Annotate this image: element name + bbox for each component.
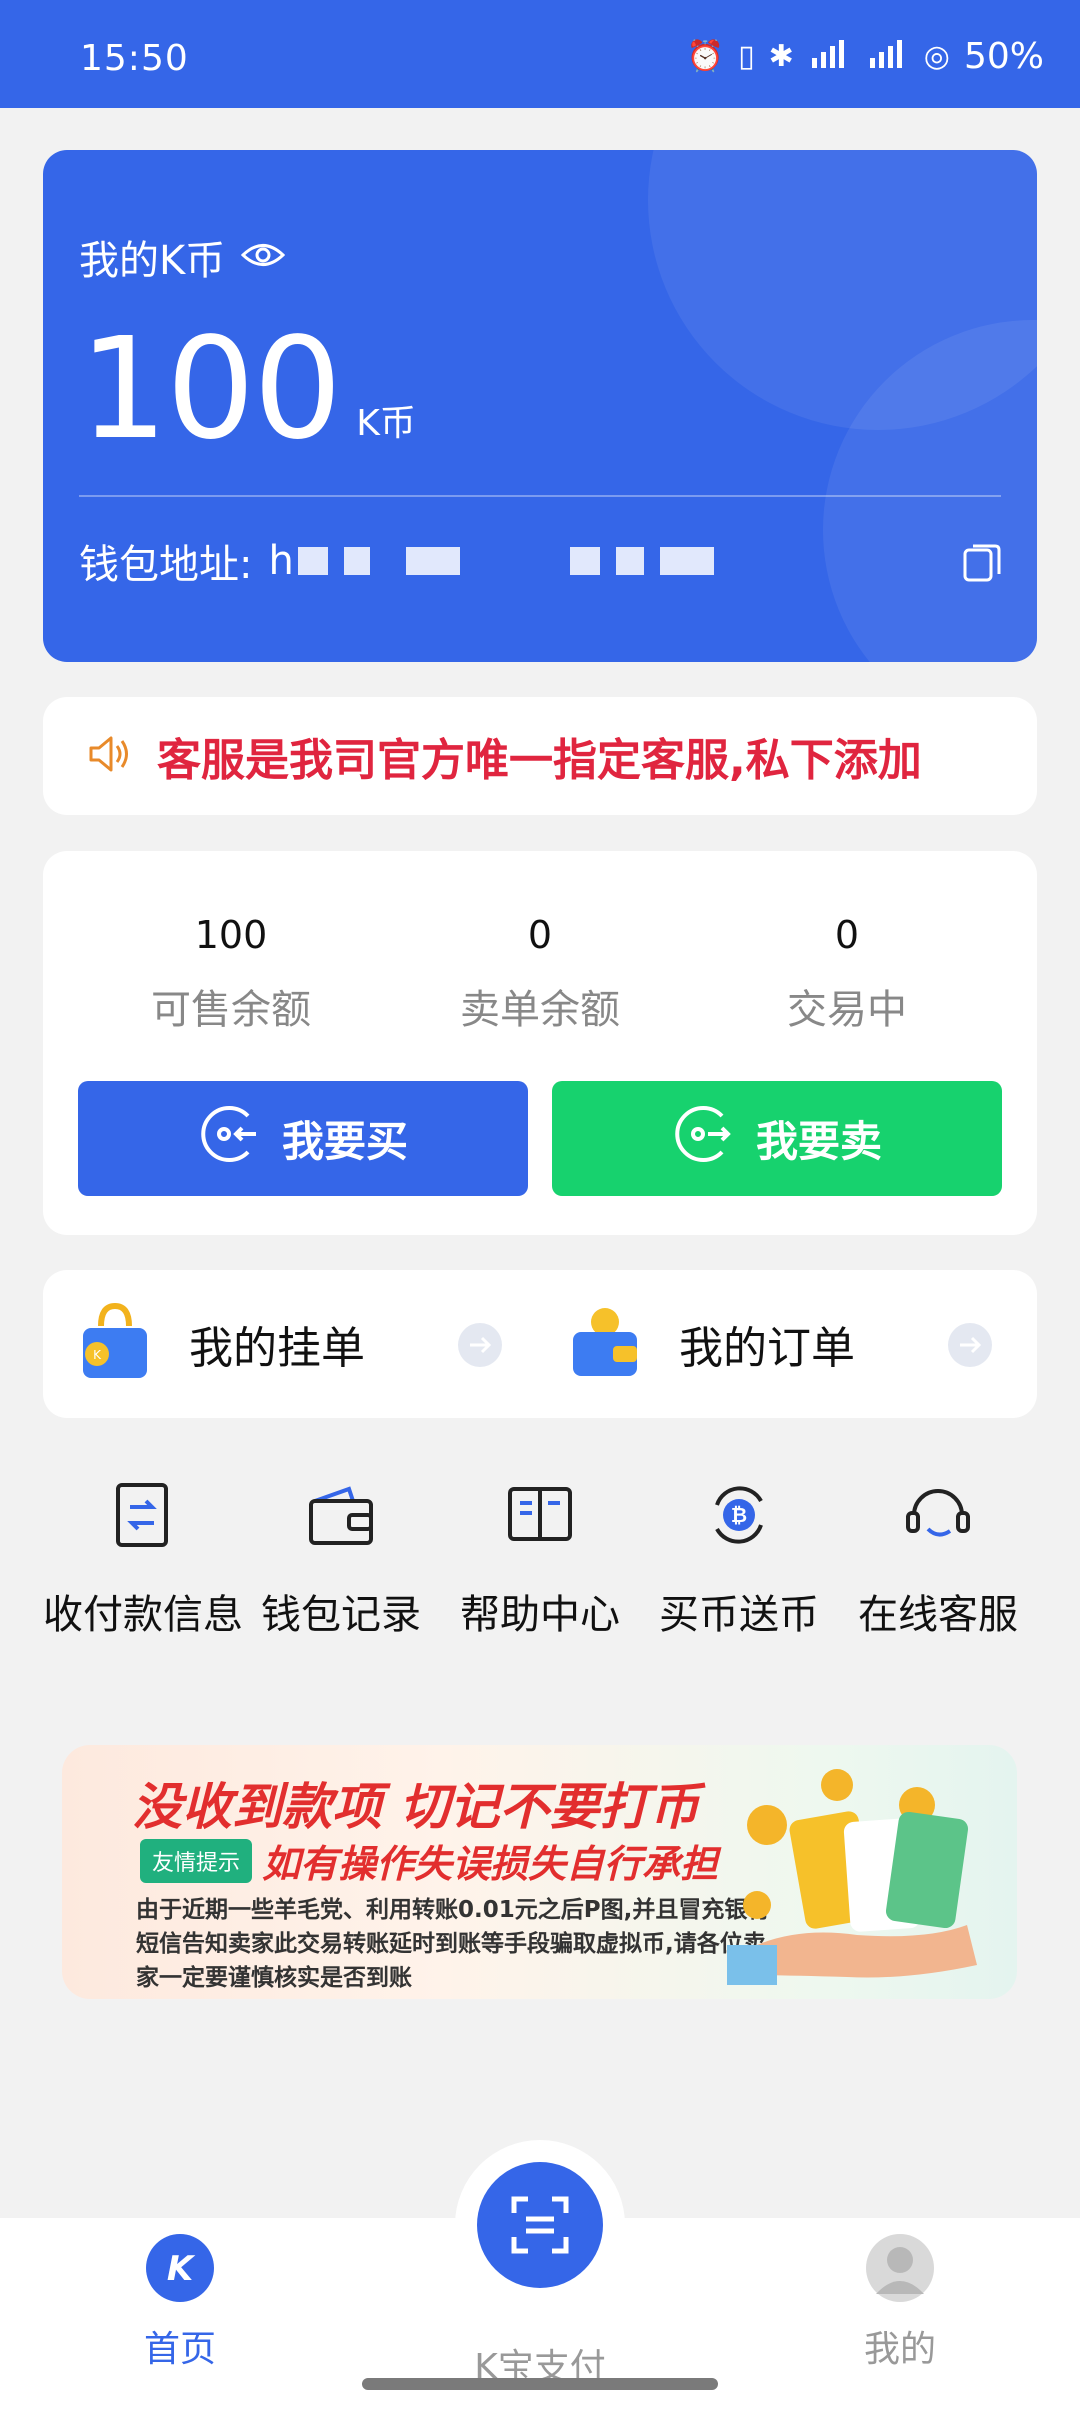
shortcut-label: 收付款信息 <box>43 1592 243 1638</box>
wallet-card: 我的K币 100 K币 钱包地址: h <box>43 150 1037 662</box>
stat-label: 卖单余额 <box>460 987 620 1033</box>
home-logo-icon: K <box>146 2234 214 2302</box>
payment-info-icon <box>97 1470 187 1560</box>
shortcut-wallet-records[interactable]: 钱包记录 <box>242 1470 440 1640</box>
divider <box>79 495 1001 497</box>
wallet-title-text: 我的K币 <box>79 238 226 284</box>
chevron-right-icon[interactable] <box>948 1323 992 1367</box>
my-listings-link[interactable]: K 我的挂单 <box>79 1270 365 1418</box>
notice-bar[interactable]: 客服是我司官方唯一指定客服,私下添加 <box>43 697 1037 815</box>
scan-icon <box>511 2196 569 2254</box>
book-icon <box>495 1470 585 1560</box>
my-listings-label: 我的挂单 <box>189 1323 365 1374</box>
shortcut-grid: 收付款信息 钱包记录 帮助中心 ₿ 买币送币 在线客服 <box>43 1470 1037 1650</box>
shortcut-online-support[interactable]: 在线客服 <box>839 1470 1037 1640</box>
chevron-right-icon[interactable] <box>458 1323 502 1367</box>
buy-icon <box>198 1102 262 1176</box>
bluetooth-icon: ✱ <box>768 39 794 74</box>
stat-label: 交易中 <box>787 987 907 1033</box>
my-orders-label: 我的订单 <box>679 1323 855 1374</box>
shortcut-payment-info[interactable]: 收付款信息 <box>43 1470 243 1640</box>
stat-available: 100 可售余额 <box>81 913 381 1035</box>
stat-value: 0 <box>527 913 553 957</box>
shortcut-label: 帮助中心 <box>460 1592 620 1638</box>
sell-icon <box>672 1102 736 1176</box>
shortcut-help-center[interactable]: 帮助中心 <box>441 1470 639 1640</box>
wallet-title: 我的K币 <box>79 228 286 286</box>
sell-label: 我要卖 <box>755 1117 882 1166</box>
stat-value: 0 <box>834 913 860 957</box>
alarm-icon: ⏰ <box>686 39 725 74</box>
wallet-coin-icon <box>569 1302 641 1386</box>
tab-home-label: 首页 <box>143 2329 216 2370</box>
shortcut-label: 在线客服 <box>858 1592 1018 1638</box>
stat-sell-order: 0 卖单余额 <box>390 913 690 1035</box>
speaker-icon <box>87 734 133 778</box>
warning-banner[interactable]: 没收到款项 切记不要打币 友情提示 如有操作失误损失自行承担 由于近期一些羊毛党… <box>62 1745 1017 1999</box>
balance-value: 100 <box>79 308 342 471</box>
svg-text:K: K <box>93 1348 102 1362</box>
signal-icon <box>808 38 852 76</box>
stat-in-trade: 0 交易中 <box>697 913 997 1035</box>
orders-panel: K 我的挂单 我的订单 <box>43 1270 1037 1418</box>
bitcoin-exchange-icon: ₿ <box>694 1470 784 1560</box>
balance-unit: K币 <box>356 403 416 444</box>
eye-icon[interactable] <box>241 234 286 280</box>
banner-tag: 友情提示 <box>140 1839 253 1883</box>
address-mask <box>659 547 714 575</box>
home-indicator[interactable] <box>362 2378 718 2390</box>
scan-button[interactable] <box>477 2162 603 2288</box>
bag-icon: K <box>79 1302 151 1386</box>
svg-text:₿: ₿ <box>731 1503 747 1527</box>
banner-body: 由于近期一些羊毛党、利用转账0.01元之后P图,并且冒充银行短信告知卖家此交易转… <box>136 1897 771 1991</box>
banner-subheadline: 如有操作失误损失自行承担 <box>262 1842 719 1886</box>
buy-label: 我要买 <box>281 1117 408 1166</box>
tab-me-label: 我的 <box>863 2329 936 2370</box>
buy-button[interactable]: 我要买 <box>78 1081 528 1196</box>
status-time: 15:50 <box>80 38 189 79</box>
status-icons: ⏰ ▯ ✱ ◎ 50% <box>687 36 1044 77</box>
copy-icon[interactable] <box>963 542 1001 584</box>
stat-label: 可售余额 <box>151 987 311 1033</box>
my-orders-link[interactable]: 我的订单 <box>569 1270 855 1418</box>
wallet-address: 钱包地址: h <box>79 532 714 590</box>
address-mask <box>297 547 328 575</box>
hand-cards-illustration <box>727 1765 987 1985</box>
vibrate-icon: ▯ <box>738 39 755 74</box>
headset-icon <box>893 1470 983 1560</box>
shortcut-label: 买币送币 <box>659 1592 819 1638</box>
sell-button[interactable]: 我要卖 <box>552 1081 1002 1196</box>
scan-button-wrap <box>455 2140 625 2310</box>
battery-percent: 50% <box>963 36 1044 77</box>
svg-text:K: K <box>167 2249 196 2289</box>
shortcut-label: 钱包记录 <box>261 1592 421 1638</box>
wallet-balance: 100 K币 <box>79 320 416 460</box>
shortcut-buy-coin-bonus[interactable]: ₿ 买币送币 <box>640 1470 838 1640</box>
user-icon <box>866 2234 934 2302</box>
tab-me[interactable]: 我的 <box>770 2232 1030 2372</box>
address-mask <box>569 547 600 575</box>
banner-headline: 没收到款项 切记不要打币 <box>132 1778 700 1836</box>
address-label: 钱包地址: <box>79 542 253 588</box>
tab-home[interactable]: K 首页 <box>50 2232 310 2372</box>
signal-icon-2 <box>866 38 910 76</box>
wallet-icon <box>296 1470 386 1560</box>
balance-stats: 100 可售余额 0 卖单余额 0 交易中 我要买 我要卖 <box>43 851 1037 1235</box>
status-bar: 15:50 ⏰ ▯ ✱ ◎ 50% <box>0 0 1080 108</box>
stat-value: 100 <box>194 913 268 957</box>
address-mask <box>615 547 644 575</box>
address-prefix: h <box>268 538 294 584</box>
address-mask <box>405 547 460 575</box>
address-mask <box>343 547 370 575</box>
battery-icon: ◎ <box>923 39 950 74</box>
notice-text: 客服是我司官方唯一指定客服,私下添加 <box>157 735 922 786</box>
